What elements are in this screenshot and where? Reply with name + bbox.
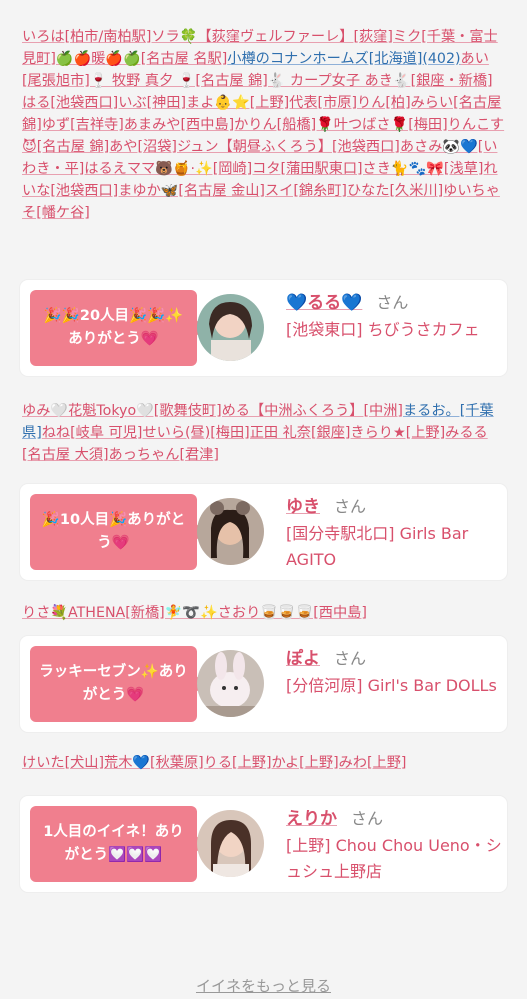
user-name-link[interactable]: 💙るる💙: [286, 293, 362, 313]
honorific: さん: [351, 809, 384, 828]
avatar[interactable]: [197, 294, 264, 361]
shop-label: [上野] Chou Chou Ueno・シュシュ上野店: [286, 836, 502, 881]
avatar[interactable]: [197, 650, 264, 717]
shop-label: [分倍河原] Girl's Bar DOLLs: [286, 676, 497, 695]
like-card: 🎉10人目🎉ありがとう💗 ゆき さん [国分寺駅北口] Girls Bar AGI…: [20, 484, 507, 580]
thanks-bubble: 🎉10人目🎉ありがとう💗: [30, 494, 206, 570]
honorific: さん: [376, 293, 409, 312]
like-card: 1人目のイイネ！ありがとう💟💟💟 えりか さん [上野] Chou Chou Ue…: [20, 796, 507, 892]
likes-feed: いろは[柏市/南柏駅]ソラ🍀【荻窪ヴェルファーレ】[荻窪]ミク[千葉・富士見町]…: [0, 0, 527, 892]
liker-info: 💙るる💙 さん [池袋東口] ちびうさカフェ: [286, 288, 508, 343]
liker-names-group-1: いろは[柏市/南柏駅]ソラ🍀【荻窪ヴェルファーレ】[荻窪]ミク[千葉・富士見町]…: [0, 0, 527, 256]
shop-label: [国分寺駅北口] Girls Bar AGITO: [286, 524, 469, 569]
liker-names-text[interactable]: ねね[岐阜 可児]せいら(昼)[梅田]正田 礼奈[銀座]きらり★[上野]みるる[…: [22, 425, 488, 463]
liker-names-group-3: りさ💐ATHENA[新橋]🧚➰✨さおり🥃🥃🥃[西中島]: [0, 580, 527, 632]
avatar[interactable]: [197, 810, 264, 877]
liker-info: ゆき さん [国分寺駅北口] Girls Bar AGITO: [286, 492, 508, 573]
user-name-link[interactable]: ゆき: [286, 497, 320, 517]
liker-name-link[interactable]: 小樽のコナンホームズ[北海道](402): [227, 51, 460, 67]
liker-names-text[interactable]: けいた[犬山]荒木💙[秋葉原]りる[上野]かよ[上野]みわ[上野]: [22, 755, 406, 771]
user-name-link[interactable]: えりか: [286, 809, 337, 829]
thanks-bubble: ラッキーセブン✨ありがとう💗: [30, 646, 206, 722]
like-card: 🎉🎉20人目🎉🎉✨ありがとう💗 💙るる💙 さん [池袋東口] ちびうさカフェ: [20, 280, 507, 376]
user-name-link[interactable]: ぽよ: [286, 649, 320, 669]
liker-info: えりか さん [上野] Chou Chou Ueno・シュシュ上野店: [286, 804, 508, 885]
liker-names-text[interactable]: ゆみ🤍花魁Tokyo🤍[歌舞伎町]める【中洲ふくろう】[中洲]: [22, 403, 403, 419]
liker-names-text[interactable]: りさ💐ATHENA[新橋]🧚➰✨さおり🥃🥃🥃[西中島]: [22, 605, 367, 621]
liker-names-group-2: ゆみ🤍花魁Tokyo🤍[歌舞伎町]める【中洲ふくろう】[中洲]まるお。[千葉県]…: [0, 376, 527, 472]
liker-names-text[interactable]: あい[尾張旭市]🍷 牧野 真夕 🍷[名古屋 錦]🐇 カープ女子 あき🐇[銀座・新…: [22, 51, 504, 221]
honorific: さん: [334, 497, 367, 516]
honorific: さん: [334, 649, 367, 668]
liker-names-group-4: けいた[犬山]荒木💙[秋葉原]りる[上野]かよ[上野]みわ[上野]: [0, 732, 527, 796]
avatar[interactable]: [197, 498, 264, 565]
shop-label: [池袋東口] ちびうさカフェ: [286, 320, 480, 339]
like-card: ラッキーセブン✨ありがとう💗 ぽよ さん [分倍河原] Girl's Bar DO…: [20, 636, 507, 732]
thanks-bubble: 🎉🎉20人目🎉🎉✨ありがとう💗: [30, 290, 206, 366]
see-more-likes-link[interactable]: イイネをもっと見る: [0, 975, 527, 996]
thanks-bubble: 1人目のイイネ！ありがとう💟💟💟: [30, 806, 206, 882]
liker-info: ぽよ さん [分倍河原] Girl's Bar DOLLs: [286, 644, 508, 699]
